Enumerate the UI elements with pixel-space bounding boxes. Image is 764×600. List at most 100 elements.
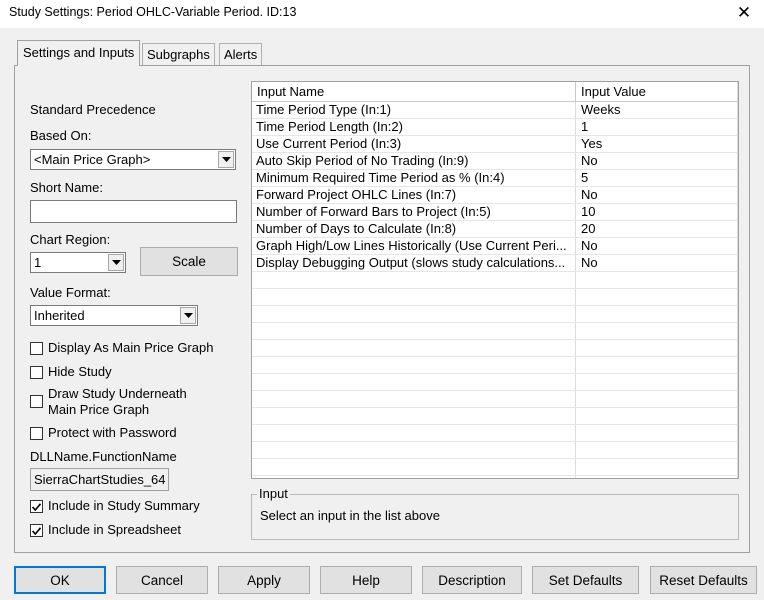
include-in-study-summary-checkbox[interactable]: Include in Study Summary	[30, 498, 200, 514]
table-row-empty	[252, 340, 738, 357]
input-name-cell[interactable]: Number of Forward Bars to Project (In:5)	[252, 204, 575, 221]
checkbox-box[interactable]	[30, 500, 43, 513]
standard-precedence-label: Standard Precedence	[30, 102, 156, 117]
input-description-text: Select an input in the list above	[260, 508, 440, 523]
tab-label: Settings and Inputs	[23, 45, 135, 60]
description-button[interactable]: Description	[422, 566, 522, 594]
table-row-empty	[252, 323, 738, 340]
cancel-button[interactable]: Cancel	[116, 566, 208, 594]
checkbox-box[interactable]	[30, 366, 43, 379]
draw-study-underneath-checkbox[interactable]: Draw Study Underneath Main Price Graph	[30, 386, 187, 418]
table-row[interactable]: Forward Project OHLC Lines (In:7) No	[252, 187, 738, 204]
table-row[interactable]: Time Period Length (In:2) 1	[252, 119, 738, 136]
reset-defaults-button[interactable]: Reset Defaults	[650, 566, 757, 594]
table-row[interactable]: Minimum Required Time Period as % (In:4)…	[252, 170, 738, 187]
checkbox-box[interactable]	[30, 342, 43, 355]
display-as-main-price-graph-checkbox[interactable]: Display As Main Price Graph	[30, 340, 213, 356]
input-name-cell[interactable]: Auto Skip Period of No Trading (In:9)	[252, 153, 575, 170]
table-row[interactable]: Auto Skip Period of No Trading (In:9) No	[252, 153, 738, 170]
input-value-cell[interactable]: No	[577, 153, 737, 170]
input-value-cell[interactable]: 20	[577, 221, 737, 238]
table-row[interactable]: Time Period Type (In:1) Weeks	[252, 102, 738, 119]
include-in-spreadsheet-checkbox[interactable]: Include in Spreadsheet	[30, 522, 181, 538]
short-name-label: Short Name:	[30, 180, 103, 195]
group-legend: Input	[257, 486, 290, 501]
input-value-cell[interactable]: 5	[577, 170, 737, 187]
tab-settings-and-inputs[interactable]: Settings and Inputs	[17, 40, 141, 66]
input-name-cell[interactable]: Display Debugging Output (slows study ca…	[252, 255, 575, 272]
input-name-cell[interactable]: Graph High/Low Lines Historically (Use C…	[252, 238, 575, 255]
input-value-cell[interactable]: No	[577, 238, 737, 255]
value-format-label: Value Format:	[30, 285, 111, 300]
close-icon[interactable]: ✕	[730, 1, 758, 25]
ok-button[interactable]: OK	[14, 566, 106, 594]
table-row-empty	[252, 442, 738, 459]
window-title: Study Settings: Period OHLC-Variable Per…	[9, 5, 297, 19]
input-description-group: Input Select an input in the list above	[251, 486, 739, 540]
value-format-select[interactable]: Inherited	[30, 305, 198, 326]
dll-function-value: SierraChartStudies_64	[34, 472, 166, 487]
table-row-empty	[252, 272, 738, 289]
chevron-down-icon[interactable]	[180, 307, 196, 324]
inputs-grid[interactable]: Input Name Input Value Time Period Type …	[251, 81, 739, 479]
grid-header: Input Name Input Value	[252, 82, 738, 102]
table-row[interactable]: Display Debugging Output (slows study ca…	[252, 255, 738, 272]
short-name-field[interactable]	[30, 200, 237, 223]
based-on-value: <Main Price Graph>	[34, 152, 151, 167]
tab-label: Alerts	[224, 47, 258, 62]
input-value-cell[interactable]: No	[577, 187, 737, 204]
chart-region-select[interactable]: 1	[30, 252, 126, 273]
input-value-cell[interactable]: 1	[577, 119, 737, 136]
checkbox-label: Hide Study	[48, 364, 112, 379]
input-value-cell[interactable]: 10	[577, 204, 737, 221]
tab-subgraphs[interactable]: Subgraphs	[142, 43, 215, 65]
checkbox-label: Display As Main Price Graph	[48, 340, 214, 355]
checkbox-label: Protect with Password	[48, 425, 177, 440]
table-row[interactable]: Number of Forward Bars to Project (In:5)…	[252, 204, 738, 221]
input-name-cell[interactable]: Number of Days to Calculate (In:8)	[252, 221, 575, 238]
column-header-input-value[interactable]: Input Value	[576, 82, 738, 101]
apply-button[interactable]: Apply	[218, 566, 310, 594]
checkbox-box[interactable]	[30, 395, 43, 408]
table-row[interactable]: Number of Days to Calculate (In:8) 20	[252, 221, 738, 238]
checkbox-box[interactable]	[30, 427, 43, 440]
tab-alerts[interactable]: Alerts	[219, 43, 263, 65]
checkbox-label: Include in Spreadsheet	[48, 522, 181, 537]
based-on-select[interactable]: <Main Price Graph>	[30, 149, 236, 170]
input-name-cell[interactable]: Time Period Type (In:1)	[252, 102, 575, 119]
help-button[interactable]: Help	[320, 566, 412, 594]
input-name-cell[interactable]: Use Current Period (In:3)	[252, 136, 575, 153]
chevron-down-icon[interactable]	[108, 254, 124, 271]
input-value-cell[interactable]: Yes	[577, 136, 737, 153]
scale-button[interactable]: Scale	[140, 247, 238, 276]
hide-study-checkbox[interactable]: Hide Study	[30, 364, 112, 380]
protect-with-password-checkbox[interactable]: Protect with Password	[30, 425, 177, 441]
column-header-input-name[interactable]: Input Name	[252, 82, 576, 101]
chart-region-value: 1	[34, 255, 42, 270]
table-row-empty	[252, 459, 738, 476]
table-row-empty	[252, 425, 738, 442]
set-defaults-button[interactable]: Set Defaults	[532, 566, 639, 594]
chevron-down-icon[interactable]	[218, 151, 234, 168]
input-name-cell[interactable]: Minimum Required Time Period as % (In:4)	[252, 170, 575, 187]
title-bar: Study Settings: Period OHLC-Variable Per…	[0, 0, 764, 28]
input-name-cell[interactable]: Forward Project OHLC Lines (In:7)	[252, 187, 575, 204]
table-row-empty	[252, 357, 738, 374]
table-row[interactable]: Graph High/Low Lines Historically (Use C…	[252, 238, 738, 255]
tab-label: Subgraphs	[147, 47, 210, 62]
input-name-cell[interactable]: Time Period Length (In:2)	[252, 119, 575, 136]
table-row-empty	[252, 289, 738, 306]
table-row[interactable]: Use Current Period (In:3) Yes	[252, 136, 738, 153]
input-value-cell[interactable]: Weeks	[577, 102, 737, 119]
input-value-cell[interactable]: No	[577, 255, 737, 272]
dll-function-label: DLLName.FunctionName	[30, 449, 177, 464]
table-row-empty	[252, 408, 738, 425]
table-row-empty	[252, 391, 738, 408]
table-row-empty	[252, 306, 738, 323]
checkbox-box[interactable]	[30, 524, 43, 537]
dll-function-field: SierraChartStudies_64	[30, 468, 169, 491]
checkmark-icon	[32, 502, 41, 511]
checkmark-icon	[32, 526, 41, 535]
based-on-label: Based On:	[30, 128, 92, 143]
checkbox-label: Draw Study Underneath Main Price Graph	[48, 386, 187, 417]
